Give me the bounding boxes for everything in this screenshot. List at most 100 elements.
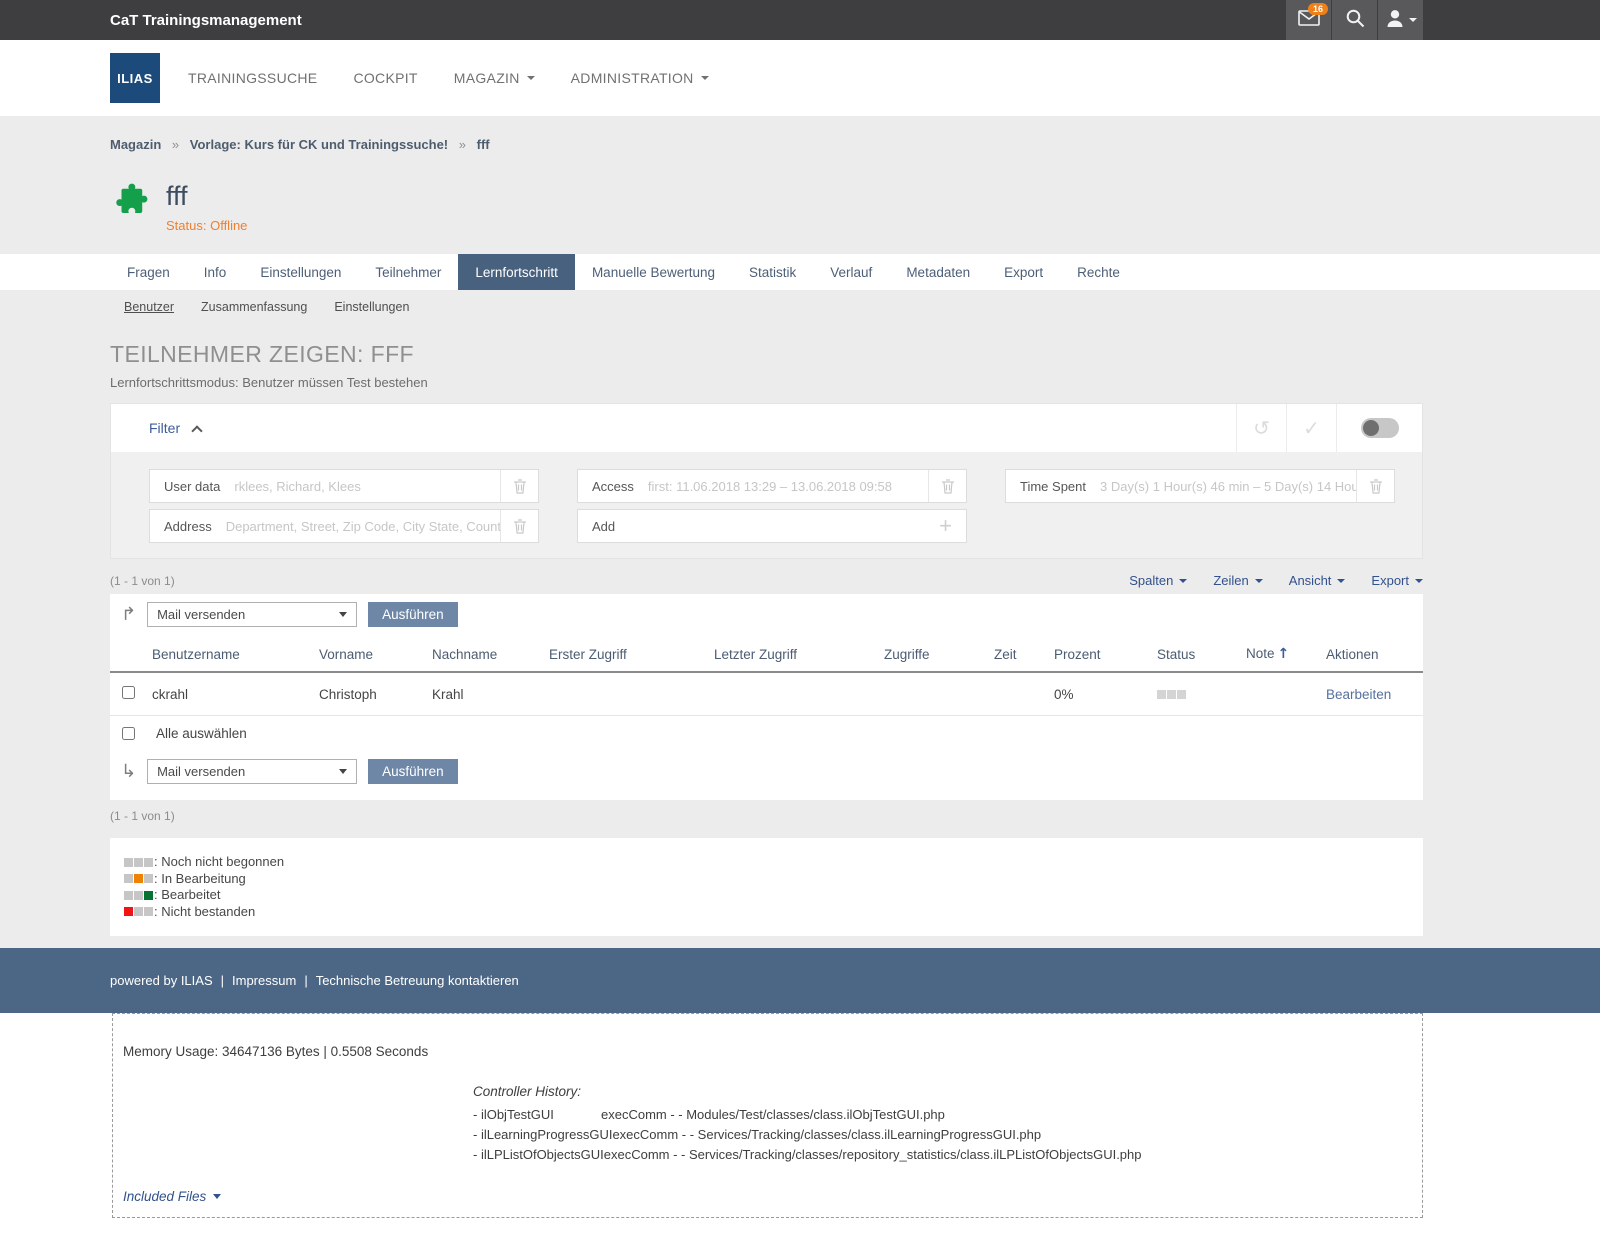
trash-icon[interactable] (500, 510, 538, 542)
tab-statistik[interactable]: Statistik (732, 254, 813, 290)
menu-spalten[interactable]: Spalten (1129, 573, 1187, 588)
filter-apply-button[interactable]: ✓ (1286, 404, 1336, 452)
legend-item: : Nicht bestanden (124, 904, 1423, 921)
tab-teilnehmer[interactable]: Teilnehmer (358, 254, 458, 290)
status-badge: Status: Offline (166, 218, 247, 233)
footer-separator: | (304, 973, 307, 988)
filter-field-time-spent[interactable]: Time Spent 3 Day(s) 1 Hour(s) 46 min – 5… (1005, 469, 1395, 503)
cell-lastname: Krahl (428, 672, 545, 716)
column-header-nachname[interactable]: Nachname (428, 637, 545, 672)
column-header-prozent[interactable]: Prozent (1050, 637, 1153, 672)
tab-einstellungen[interactable]: Einstellungen (243, 254, 358, 290)
legend-item: : Bearbeitet (124, 887, 1423, 904)
status-square-icon (134, 891, 143, 900)
result-range-top: (1 - 1 von 1) (110, 574, 175, 588)
chevron-down-icon (701, 76, 709, 80)
filter-field-address[interactable]: Address Department, Street, Zip Code, Ci… (149, 509, 539, 543)
column-header-benutzername[interactable]: Benutzername (148, 637, 315, 672)
filter-field-user-data[interactable]: User data rklees, Richard, Klees (149, 469, 539, 503)
mail-button[interactable]: 16 (1285, 0, 1331, 40)
chevron-up-icon (191, 425, 202, 436)
sort-asc-icon: ↑ (1278, 646, 1290, 662)
filter-add-field[interactable]: Add + (577, 509, 967, 543)
filter-toggle[interactable]: Filter (149, 420, 201, 436)
edit-link[interactable]: Bearbeiten (1326, 687, 1391, 702)
footer-impressum-link[interactable]: Impressum (232, 973, 296, 988)
column-header-aktionen: Aktionen (1322, 637, 1423, 672)
column-header-erster-zugriff[interactable]: Erster Zugriff (545, 637, 710, 672)
nav-item-magazin[interactable]: MAGAZIN (454, 70, 535, 86)
user-icon (1385, 8, 1405, 33)
menu-export[interactable]: Export (1371, 573, 1423, 588)
nav-item-trainingssuche[interactable]: TRAININGSSUCHE (188, 70, 317, 86)
tab-lernfortschritt[interactable]: Lernfortschritt (458, 254, 575, 290)
cell-status (1153, 672, 1242, 716)
included-files-toggle[interactable]: Included Files (123, 1189, 221, 1204)
nav-item-administration[interactable]: ADMINISTRATION (571, 70, 709, 86)
column-header-letzter-zugriff[interactable]: Letzter Zugriff (710, 637, 880, 672)
mail-count-badge: 16 (1308, 3, 1328, 15)
filter-switch[interactable] (1361, 418, 1399, 438)
page-title: fff (166, 181, 247, 211)
user-menu-button[interactable] (1377, 0, 1423, 40)
status-square-icon (124, 874, 133, 883)
tab-manuelle-bewertung[interactable]: Manuelle Bewertung (575, 254, 732, 290)
select-all-checkbox[interactable] (122, 727, 135, 740)
menu-ansicht[interactable]: Ansicht (1289, 573, 1346, 588)
subtab-zusammenfassung[interactable]: Zusammenfassung (201, 300, 307, 314)
status-square-icon (124, 891, 133, 900)
status-legend: : Noch nicht begonnen : In Bearbeitung :… (110, 838, 1423, 936)
controller-history-entry: - ilObjTestGUI execComm - - Modules/Test… (473, 1107, 1422, 1122)
bulk-action-select-bottom[interactable]: Mail versenden (147, 759, 357, 784)
section-subheading: Lernfortschrittsmodus: Benutzer müssen T… (110, 375, 1600, 390)
column-header-zugriffe[interactable]: Zugriffe (880, 637, 990, 672)
tab-metadaten[interactable]: Metadaten (889, 254, 987, 290)
breadcrumb-separator: » (459, 137, 466, 152)
breadcrumb-separator: » (172, 137, 179, 152)
status-square-icon (134, 907, 143, 916)
column-header-status[interactable]: Status (1153, 637, 1242, 672)
cell-username: ckrahl (148, 672, 315, 716)
filter-field-access[interactable]: Access first: 11.06.2018 13:29 – 13.06.2… (577, 469, 967, 503)
filter-reset-button[interactable]: ↺ (1236, 404, 1286, 452)
subtab-benutzer[interactable]: Benutzer (124, 300, 174, 314)
status-square-icon (134, 858, 143, 867)
select-all-label: Alle auswählen (156, 726, 247, 741)
tab-fragen[interactable]: Fragen (110, 254, 187, 290)
tab-rechte[interactable]: Rechte (1060, 254, 1137, 290)
filter-body: User data rklees, Richard, Klees Access … (111, 452, 1422, 558)
column-header-vorname[interactable]: Vorname (315, 637, 428, 672)
bulk-action-select-top[interactable]: Mail versenden (147, 602, 357, 627)
tab-export[interactable]: Export (987, 254, 1060, 290)
footer-powered-by[interactable]: powered by ILIAS (110, 973, 213, 988)
status-square-icon (144, 907, 153, 916)
execute-button-bottom[interactable]: Ausführen (368, 759, 458, 784)
footer-support-link[interactable]: Technische Betreuung kontaktieren (316, 973, 519, 988)
cell-time (990, 672, 1050, 716)
menu-zeilen[interactable]: Zeilen (1213, 573, 1262, 588)
plus-icon[interactable]: + (939, 513, 952, 539)
switch-knob-icon (1363, 420, 1379, 436)
breadcrumb-vorlage[interactable]: Vorlage: Kurs für CK und Trainingssuche! (190, 137, 448, 152)
trash-icon[interactable] (500, 470, 538, 502)
column-header-note[interactable]: Note↑ (1242, 637, 1322, 672)
row-checkbox[interactable] (122, 686, 135, 699)
column-header-zeit[interactable]: Zeit (990, 637, 1050, 672)
tab-info[interactable]: Info (187, 254, 244, 290)
legend-item: : In Bearbeitung (124, 871, 1423, 888)
cell-accesses (880, 672, 990, 716)
nav-item-cockpit[interactable]: COCKPIT (353, 70, 417, 86)
breadcrumb-magazin[interactable]: Magazin (110, 137, 161, 152)
controller-history: Controller History: - ilObjTestGUI execC… (473, 1084, 1422, 1162)
trash-icon[interactable] (928, 470, 966, 502)
breadcrumb: Magazin » Vorlage: Kurs für CK und Train… (0, 116, 1600, 152)
search-button[interactable] (1331, 0, 1377, 40)
arrow-down-right-icon: ↳ (121, 763, 136, 781)
footer-separator: | (221, 973, 224, 988)
subtab-einstellungen[interactable]: Einstellungen (334, 300, 409, 314)
ilias-logo[interactable]: ILIAS (110, 53, 160, 103)
chevron-down-icon (1337, 579, 1345, 583)
execute-button-top[interactable]: Ausführen (368, 602, 458, 627)
trash-icon[interactable] (1356, 470, 1394, 502)
tab-verlauf[interactable]: Verlauf (813, 254, 889, 290)
